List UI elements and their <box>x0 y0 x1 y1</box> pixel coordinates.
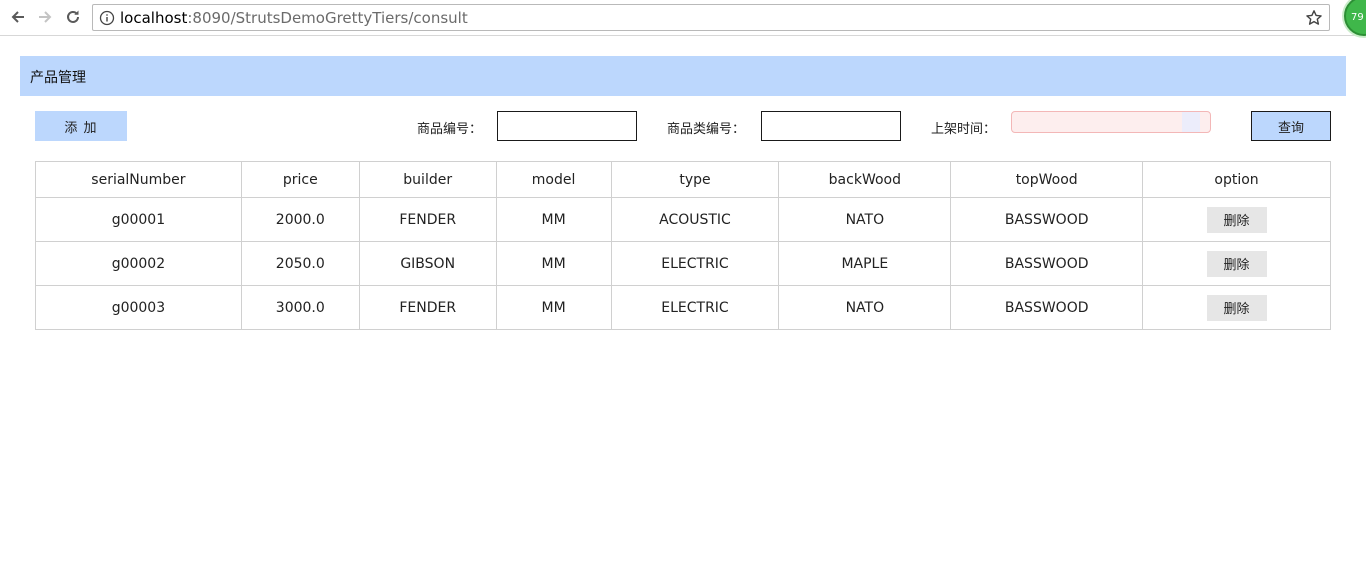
reload-icon[interactable] <box>63 7 83 27</box>
url-host: localhost <box>120 9 188 27</box>
column-header-model: model <box>495 161 612 198</box>
column-header-type: type <box>610 161 780 198</box>
cell-backwood: MAPLE <box>778 241 952 286</box>
cell-type: ACOUSTIC <box>610 197 780 242</box>
table-header-row: serialNumber price builder model type ba… <box>35 161 1331 198</box>
panel-header: 产品管理 <box>20 56 1346 96</box>
delete-button[interactable]: 删除 <box>1206 206 1267 233</box>
cell-model: MM <box>495 197 612 242</box>
add-button[interactable]: 添 加 <box>35 111 127 141</box>
cell-type: ELECTRIC <box>610 285 780 330</box>
column-header-serialnumber: serialNumber <box>35 161 242 198</box>
category-number-input[interactable] <box>761 111 901 141</box>
table-row: g00001 2000.0 FENDER MM ACOUSTIC NATO BA… <box>35 197 1331 242</box>
table-row: g00003 3000.0 FENDER MM ELECTRIC NATO BA… <box>35 285 1331 330</box>
cell-topwood: BASSWOOD <box>950 285 1144 330</box>
cell-serialnumber: g00001 <box>35 197 242 242</box>
date-spinner[interactable] <box>1182 112 1200 132</box>
product-table: serialNumber price builder model type ba… <box>35 161 1331 330</box>
cell-builder: FENDER <box>358 285 497 330</box>
cell-price: 3000.0 <box>240 285 360 330</box>
cell-type: ELECTRIC <box>610 241 780 286</box>
cell-model: MM <box>495 285 612 330</box>
url-path: :8090/StrutsDemoGrettyTiers/consult <box>187 9 468 27</box>
listing-date-input[interactable] <box>1011 111 1211 133</box>
cell-backwood: NATO <box>778 197 952 242</box>
cell-option: 删除 <box>1142 285 1331 330</box>
cell-price: 2050.0 <box>240 241 360 286</box>
column-header-builder: builder <box>358 161 497 198</box>
delete-button[interactable]: 删除 <box>1206 250 1267 277</box>
listing-date-label: 上架时间： <box>931 122 997 137</box>
extension-badge-icon[interactable]: 79 <box>1344 0 1366 36</box>
serial-number-label: 商品编号： <box>417 122 483 137</box>
cell-price: 2000.0 <box>240 197 360 242</box>
cell-builder: FENDER <box>358 197 497 242</box>
cell-backwood: NATO <box>778 285 952 330</box>
query-button[interactable]: 查询 <box>1251 111 1331 141</box>
page-title: 产品管理 <box>30 70 86 86</box>
column-header-topwood: topWood <box>950 161 1144 198</box>
cell-option: 删除 <box>1142 241 1331 286</box>
back-arrow-icon[interactable] <box>8 7 28 27</box>
table-row: g00002 2050.0 GIBSON MM ELECTRIC MAPLE B… <box>35 241 1331 286</box>
url-text: localhost:8090/StrutsDemoGrettyTiers/con… <box>120 9 468 27</box>
cell-option: 删除 <box>1142 197 1331 242</box>
column-header-option: option <box>1142 161 1331 198</box>
cell-builder: GIBSON <box>358 241 497 286</box>
browser-toolbar: localhost:8090/StrutsDemoGrettyTiers/con… <box>0 0 1366 36</box>
serial-number-input[interactable] <box>497 111 637 141</box>
cell-topwood: BASSWOOD <box>950 241 1144 286</box>
cell-model: MM <box>495 241 612 286</box>
cell-serialnumber: g00003 <box>35 285 242 330</box>
cell-topwood: BASSWOOD <box>950 197 1144 242</box>
bookmark-star-icon[interactable] <box>1305 9 1323 27</box>
column-header-price: price <box>240 161 360 198</box>
info-icon[interactable] <box>99 10 115 26</box>
forward-arrow-icon[interactable] <box>35 7 55 27</box>
cell-serialnumber: g00002 <box>35 241 242 286</box>
address-bar[interactable]: localhost:8090/StrutsDemoGrettyTiers/con… <box>92 4 1330 31</box>
column-header-backwood: backWood <box>778 161 952 198</box>
category-number-label: 商品类编号： <box>667 122 746 137</box>
delete-button[interactable]: 删除 <box>1206 294 1267 321</box>
